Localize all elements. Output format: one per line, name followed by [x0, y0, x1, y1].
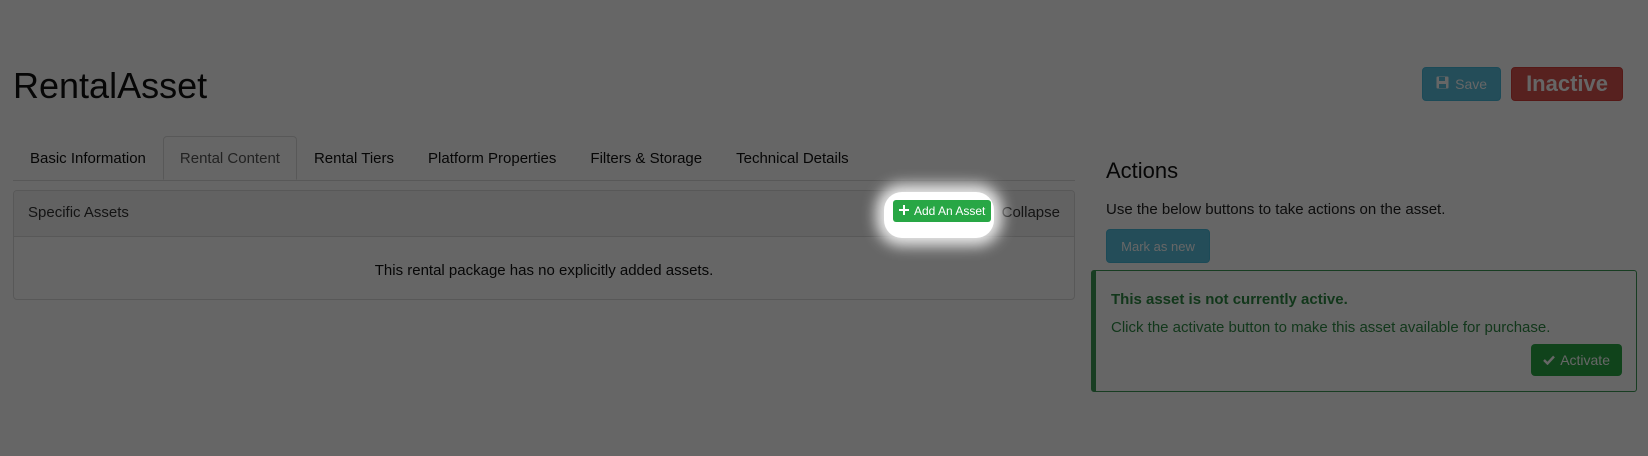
- save-button[interactable]: Save: [1422, 67, 1502, 101]
- actions-description: Use the below buttons to take actions on…: [1106, 201, 1446, 218]
- floppy-disk-icon: [1436, 76, 1449, 92]
- inactive-alert: This asset is not currently active. Clic…: [1091, 270, 1637, 392]
- alert-text: Click the activate button to make this a…: [1111, 319, 1551, 336]
- status-label: Inactive: [1526, 71, 1608, 96]
- tab-filters-storage[interactable]: Filters & Storage: [573, 136, 719, 180]
- panel-title: Specific Assets: [28, 204, 129, 221]
- tab-rental-content[interactable]: Rental Content: [162, 136, 297, 180]
- collapse-link[interactable]: Collapse: [1002, 204, 1060, 221]
- add-asset-button[interactable]: Add An Asset: [895, 201, 994, 221]
- activate-button[interactable]: Activate: [1531, 344, 1622, 376]
- alert-title: This asset is not currently active.: [1111, 291, 1348, 308]
- page-title: RentalAsset: [13, 65, 208, 106]
- tab-platform-properties[interactable]: Platform Properties: [411, 136, 573, 180]
- specific-assets-panel: Specific Assets Add An Asset Collapse Th…: [13, 190, 1075, 300]
- tab-basic-information[interactable]: Basic Information: [13, 136, 163, 180]
- tab-technical-details[interactable]: Technical Details: [719, 136, 866, 180]
- tab-bar: Basic Information Rental Content Rental …: [13, 136, 1075, 181]
- tab-rental-tiers[interactable]: Rental Tiers: [297, 136, 411, 180]
- page: RentalAsset Save Inactive Basic Informat…: [0, 0, 1648, 456]
- add-asset-label: Add An Asset: [916, 204, 988, 218]
- plus-icon: [901, 204, 911, 218]
- top-actions: Save Inactive: [1422, 67, 1623, 101]
- mark-as-new-button[interactable]: Mark as new: [1106, 229, 1210, 263]
- save-label: Save: [1455, 76, 1488, 92]
- check-icon: [1543, 352, 1556, 368]
- empty-state-text: This rental package has no explicitly ad…: [374, 262, 714, 279]
- actions-section: Actions Use the below buttons to take ac…: [1106, 158, 1636, 263]
- panel-header: Specific Assets Add An Asset Collapse: [14, 191, 1074, 237]
- activate-label: Activate: [1560, 352, 1610, 368]
- status-toggle-button[interactable]: Inactive: [1511, 67, 1623, 101]
- actions-title: Actions: [1106, 158, 1179, 183]
